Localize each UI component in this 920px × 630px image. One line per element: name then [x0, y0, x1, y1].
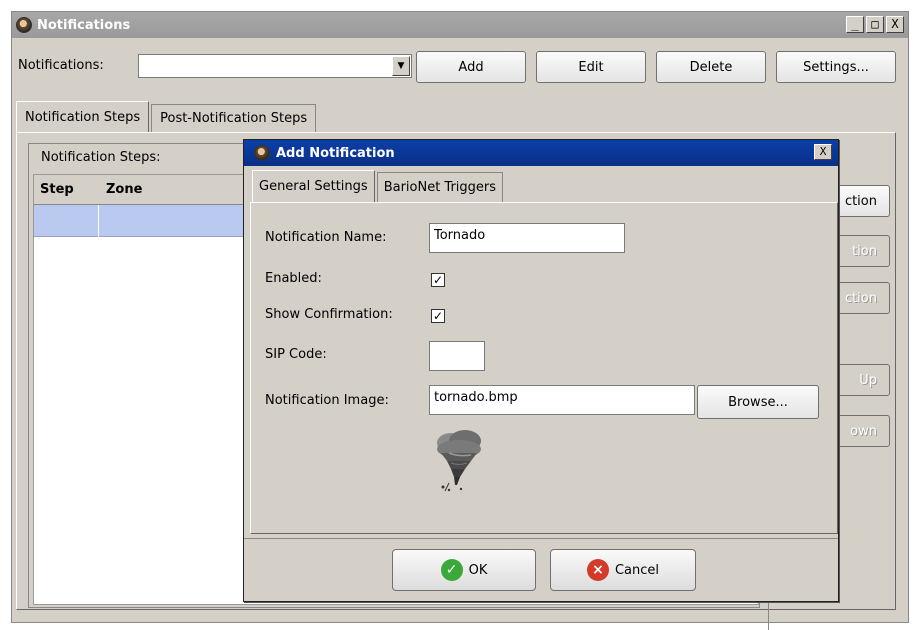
enabled-checkbox[interactable]: ✓ — [431, 273, 445, 287]
steps-group-title: Notification Steps: — [41, 150, 161, 165]
sip-code-label: SIP Code: — [265, 347, 327, 362]
general-settings-pane: Notification Name: Tornado Enabled: ✓ Sh… — [250, 202, 838, 534]
browse-button[interactable]: Browse... — [697, 385, 819, 419]
notification-name-field[interactable]: Tornado — [429, 223, 625, 253]
column-header-step[interactable]: Step — [40, 182, 74, 197]
dialog-footer: ✓ OK × Cancel — [244, 538, 838, 601]
notifications-label: Notifications: — [18, 58, 104, 73]
chevron-down-icon[interactable]: ▼ — [392, 56, 410, 76]
minimize-button[interactable]: _ — [846, 16, 864, 33]
notification-image-field[interactable]: tornado.bmp — [429, 385, 695, 415]
show-confirmation-label: Show Confirmation: — [265, 307, 393, 322]
settings-button[interactable]: Settings... — [776, 51, 896, 83]
add-notification-dialog: Add Notification X General Settings Bari… — [243, 139, 839, 602]
edit-button[interactable]: Edit — [536, 51, 646, 83]
column-divider — [98, 205, 99, 237]
title-bar[interactable]: Notifications _ □ X — [12, 12, 908, 38]
sip-code-field[interactable] — [429, 341, 485, 371]
ok-button[interactable]: ✓ OK — [392, 549, 536, 591]
ok-label: OK — [468, 562, 488, 578]
tornado-icon — [437, 430, 481, 492]
tab-post-notification-steps[interactable]: Post-Notification Steps — [151, 104, 317, 132]
cancel-button[interactable]: × Cancel — [550, 549, 696, 591]
notification-image-label: Notification Image: — [265, 393, 389, 408]
cancel-label: Cancel — [614, 562, 660, 578]
close-button[interactable]: X — [886, 16, 904, 33]
add-button[interactable]: Add — [416, 51, 526, 83]
app-icon — [16, 17, 32, 33]
app-icon — [254, 145, 270, 161]
window-title: Notifications — [37, 17, 131, 33]
notifications-combo[interactable]: ▼ — [138, 54, 412, 78]
tab-notification-steps[interactable]: Notification Steps — [16, 101, 150, 132]
show-confirmation-checkbox[interactable]: ✓ — [431, 309, 445, 323]
maximize-button[interactable]: □ — [866, 16, 884, 33]
cancel-icon: × — [586, 559, 609, 581]
tab-general-settings[interactable]: General Settings — [252, 170, 375, 202]
column-header-zone[interactable]: Zone — [106, 182, 142, 197]
dialog-title: Add Notification — [276, 145, 395, 161]
dialog-close-button[interactable]: X — [814, 144, 832, 160]
notification-name-label: Notification Name: — [265, 230, 387, 245]
tab-barionet-triggers[interactable]: BarioNet Triggers — [376, 172, 504, 202]
delete-button[interactable]: Delete — [656, 51, 766, 83]
enabled-label: Enabled: — [265, 271, 322, 286]
check-icon: ✓ — [440, 559, 463, 581]
dialog-title-bar[interactable]: Add Notification X — [244, 140, 838, 166]
